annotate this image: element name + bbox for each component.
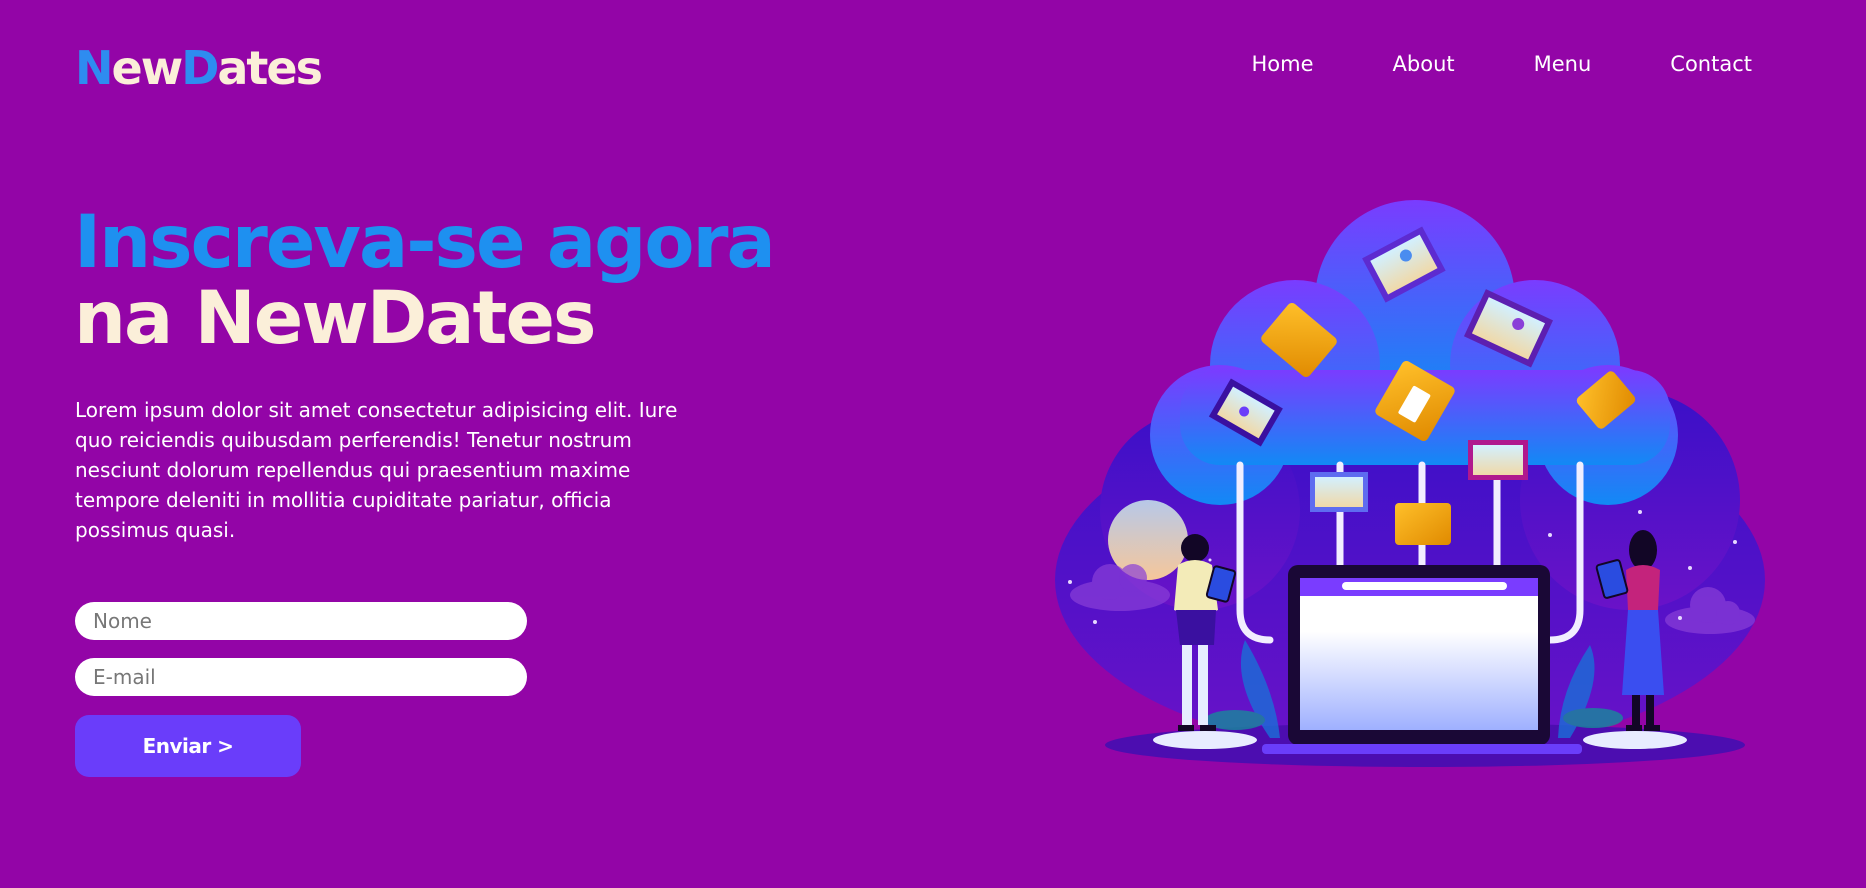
logo-letter-n: N <box>75 41 113 95</box>
nav-about[interactable]: About <box>1393 52 1455 76</box>
logo-letter-d: D <box>181 41 219 95</box>
submit-button[interactable]: Enviar > <box>75 715 301 777</box>
hero-title-line1: Inscreva-se agora <box>74 200 776 285</box>
logo-text-ates: ates <box>217 41 323 95</box>
laptop-icon <box>1262 565 1582 754</box>
logo-text-ew: ew <box>111 41 184 95</box>
hero-title: Inscreva-se agora na NewDates <box>74 200 776 361</box>
cloud-storage-illustration <box>1055 200 1765 767</box>
hero-description: Lorem ipsum dolor sit amet consectetur a… <box>75 398 678 542</box>
email-input[interactable] <box>75 658 527 696</box>
nav-menu[interactable]: Menu <box>1534 52 1592 76</box>
brand-logo[interactable]: NewDates <box>75 40 323 96</box>
nav-contact[interactable]: Contact <box>1670 52 1752 76</box>
platform <box>1153 731 1257 749</box>
nav-home[interactable]: Home <box>1252 52 1314 76</box>
main-nav: Home About Menu Contact <box>1252 52 1752 76</box>
hero-title-line2: na NewDates <box>74 276 596 361</box>
name-input[interactable] <box>75 602 527 640</box>
platform <box>1583 731 1687 749</box>
